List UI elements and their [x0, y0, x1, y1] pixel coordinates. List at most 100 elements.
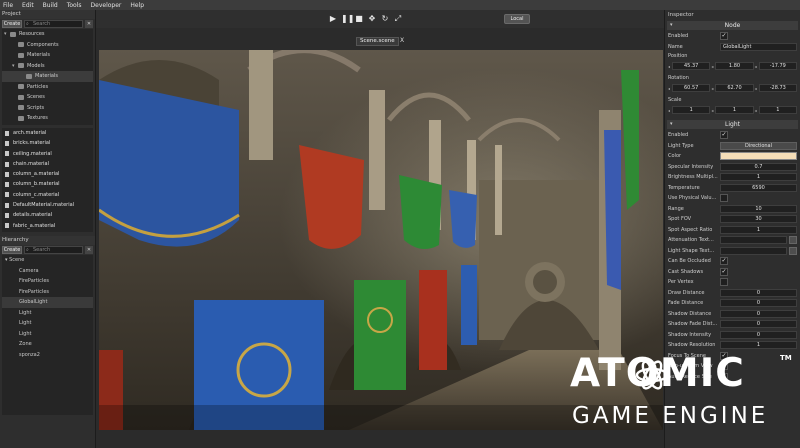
project-search-clear-button[interactable]: ✕: [85, 20, 93, 28]
hierarchy-search-clear-button[interactable]: ✕: [85, 246, 93, 254]
node-name-field[interactable]: GlobalLight: [720, 42, 797, 51]
property-field[interactable]: 6590: [720, 183, 797, 192]
scene-tab-close-icon[interactable]: X: [400, 37, 404, 44]
hierarchy-item[interactable]: Light: [2, 318, 93, 329]
property-field[interactable]: 10: [720, 204, 797, 213]
folder-icon: [18, 84, 24, 90]
folder-item[interactable]: ▾ Models: [2, 61, 93, 72]
light-section-header[interactable]: ▾ Light: [667, 120, 798, 129]
hierarchy-item[interactable]: Light: [2, 329, 93, 340]
property-checkbox[interactable]: [720, 194, 728, 203]
scale-icon[interactable]: ⤢: [393, 14, 403, 24]
light-property-row: Per Vertex: [665, 277, 800, 288]
position-y-field[interactable]: 1.80: [715, 62, 754, 70]
project-search-input[interactable]: ⌕ Search: [24, 20, 83, 28]
hierarchy-item[interactable]: Zone: [2, 339, 93, 350]
menu-item-edit[interactable]: Edit: [22, 2, 34, 9]
color-swatch[interactable]: [720, 152, 797, 161]
texture-field[interactable]: [720, 236, 787, 245]
hierarchy-item[interactable]: FireParticles: [2, 276, 93, 287]
node-section-header[interactable]: ▾ Node: [667, 21, 798, 30]
position-x-field[interactable]: 45.37: [672, 62, 711, 70]
folder-item[interactable]: Scenes: [2, 92, 93, 103]
property-field[interactable]: 0.7: [720, 162, 797, 171]
hierarchy-item[interactable]: Light: [2, 308, 93, 319]
property-field[interactable]: 0: [720, 320, 797, 329]
hierarchy-create-button[interactable]: Create: [2, 246, 22, 254]
node-enabled-checkbox[interactable]: ✓: [720, 32, 728, 41]
file-item[interactable]: DefaultMaterial.material: [2, 200, 93, 210]
logo-trademark: TM: [780, 354, 792, 362]
property-field[interactable]: 1: [720, 173, 797, 182]
scale-x-field[interactable]: 1: [672, 106, 711, 114]
play-icon[interactable]: ▶: [328, 14, 338, 24]
scale-z-field[interactable]: 1: [758, 106, 797, 114]
file-item[interactable]: ceiling.material: [2, 149, 93, 159]
texture-field[interactable]: [720, 246, 787, 255]
folder-item[interactable]: Particles: [2, 82, 93, 93]
hierarchy-item[interactable]: FireParticles: [2, 287, 93, 298]
texture-picker-button[interactable]: [789, 246, 797, 255]
light-type-dropdown[interactable]: Directional: [720, 141, 797, 150]
scale-y-field[interactable]: 1: [715, 106, 754, 114]
hierarchy-item[interactable]: sponza2: [2, 350, 93, 361]
property-field[interactable]: 0: [720, 288, 797, 297]
scene-tab[interactable]: Scene.scene: [356, 37, 399, 46]
property-checkbox[interactable]: ✓: [720, 257, 728, 266]
file-icon: [5, 171, 9, 177]
folder-item[interactable]: Scripts: [2, 103, 93, 114]
rotation-z-field[interactable]: -28.73: [758, 84, 797, 92]
property-checkbox[interactable]: ✓: [720, 131, 728, 140]
file-item[interactable]: bricks.material: [2, 138, 93, 148]
property-label: Brightness Multipl...: [668, 174, 718, 181]
project-create-button[interactable]: Create: [2, 20, 22, 28]
property-label: Use Physical Valu...: [668, 195, 717, 202]
hierarchy-item[interactable]: Camera: [2, 266, 93, 277]
property-checkbox[interactable]: [720, 278, 728, 287]
folder-item[interactable]: Materials: [2, 50, 93, 61]
file-item[interactable]: fabric_a.material: [2, 221, 93, 231]
file-item[interactable]: column_c.material: [2, 190, 93, 200]
menu-item-tools[interactable]: Tools: [67, 2, 82, 9]
atom-icon: [635, 360, 669, 390]
menu-item-build[interactable]: Build: [43, 2, 58, 9]
local-space-button[interactable]: Local: [504, 14, 530, 24]
file-item[interactable]: column_b.material: [2, 179, 93, 189]
light-property-row: Shadow Intensity 0: [665, 330, 800, 341]
z-axis-marker: ◂: [754, 85, 757, 91]
rotation-x-field[interactable]: 60.57: [672, 84, 711, 92]
property-field[interactable]: 0: [720, 330, 797, 339]
position-z-field[interactable]: -17.79: [758, 62, 797, 70]
rotation-y-field[interactable]: 62.70: [715, 84, 754, 92]
menu-item-developer[interactable]: Developer: [91, 2, 122, 9]
texture-picker-button[interactable]: [789, 236, 797, 245]
property-field[interactable]: 0: [720, 309, 797, 318]
file-item[interactable]: arch.material: [2, 128, 93, 138]
position-label: Position: [668, 53, 688, 59]
file-item[interactable]: details.material: [2, 210, 93, 220]
menu-item-help[interactable]: Help: [130, 2, 144, 9]
rotate-icon[interactable]: ↻: [380, 14, 390, 24]
property-checkbox[interactable]: ✓: [720, 267, 728, 276]
stop-icon[interactable]: ■: [354, 14, 364, 24]
folder-item[interactable]: ▾ Resources: [2, 29, 93, 40]
property-field[interactable]: 30: [720, 215, 797, 224]
property-label: Can Be Occluded: [668, 258, 711, 265]
folder-item[interactable]: Textures: [2, 113, 93, 124]
folder-item[interactable]: Materials: [2, 71, 93, 82]
file-item[interactable]: column_a.material: [2, 169, 93, 179]
property-field[interactable]: 1: [720, 225, 797, 234]
hierarchy-search-input[interactable]: ⌕ Search: [24, 246, 83, 254]
light-property-row: Light Type Directional: [665, 141, 800, 152]
hierarchy-item[interactable]: GlobalLight: [2, 297, 93, 308]
hierarchy-item[interactable]: ▾ Scene: [2, 255, 93, 266]
pause-icon[interactable]: ❚❚: [341, 14, 354, 24]
menu-item-file[interactable]: File: [3, 2, 13, 9]
property-field[interactable]: 1: [720, 341, 797, 350]
file-item[interactable]: chain.material: [2, 159, 93, 169]
file-label: fabric_a.material: [13, 222, 56, 229]
translate-icon[interactable]: ✥: [367, 14, 377, 24]
folder-item[interactable]: Components: [2, 40, 93, 51]
property-field[interactable]: 0: [720, 299, 797, 308]
folder-icon: [26, 73, 32, 79]
